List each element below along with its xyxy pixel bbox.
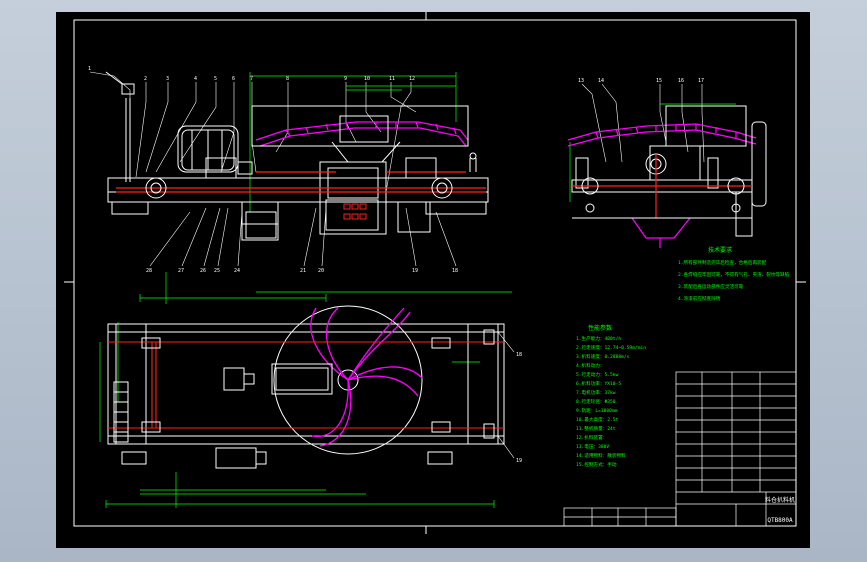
param-line: 8.行走轮径：Φ350	[576, 398, 616, 405]
dimension-lines-side	[569, 103, 736, 202]
param-line: 7.电机功率：37kw	[576, 389, 616, 396]
tech-requirement-line: 4.涂漆前应彻底除锈	[678, 295, 721, 302]
param-line: 6.扒料功率：YX10-5	[576, 380, 621, 387]
main-chassis	[107, 177, 489, 241]
callout-number: 3	[166, 76, 169, 82]
param-line: 10.最大高度：2.5t	[576, 416, 619, 423]
callout-labels-front-bottom: 28 27 26 25 24 21 20 19 18	[146, 268, 458, 274]
callout-number: 20	[318, 268, 324, 274]
motor-housing-front	[205, 157, 437, 179]
params-title: 性能参数	[588, 324, 612, 332]
param-line: 2.行走速度：12.74~0.59m/min	[576, 344, 646, 351]
tech-requirement-line: 2.各焊缝应牢固可靠，不得有气孔、夹渣、裂纹等缺陷	[678, 271, 790, 278]
cad-drawing: 12 3 4 5 6 7 8 9 10 11 12 28 27 26 25 24 21 20 19 18	[64, 12, 806, 534]
callout-number: 21	[300, 268, 306, 274]
callout-number: 8	[286, 76, 289, 82]
callout-number: 6	[232, 76, 235, 82]
params-list: 1.生产能力：400t/h 2.行走速度：12.74~0.59m/min 3.扒料速…	[576, 335, 646, 468]
param-line: 15.控制方式：手动	[576, 461, 617, 468]
callout-number: 2	[144, 76, 147, 82]
callout-number: 10	[364, 76, 370, 82]
callout-number: 11	[389, 76, 395, 82]
operator-mast	[105, 71, 135, 182]
control-panel	[343, 203, 367, 220]
lower-cone-side	[631, 217, 691, 248]
tech-requirement-line: 1.所有部件制造完毕后检查，合格后再装配	[678, 259, 767, 266]
callout-number: 19	[412, 268, 418, 274]
wheel-side	[581, 177, 745, 213]
tech-requirement-line: 3.装配后各运动部件应灵活可靠	[678, 283, 744, 290]
callout-number: 25	[214, 268, 220, 274]
plan-wheels	[141, 329, 495, 439]
callout-number: 5	[214, 76, 217, 82]
cad-viewport[interactable]: 1 2 3 4 5 6 7 8 9 10 11 12 28 27 26 25 24 21 20 19 18	[0, 0, 867, 562]
cab-frame	[177, 125, 239, 173]
callout-number: 1	[88, 66, 91, 72]
callout-number: 7	[250, 76, 253, 82]
drawing-title: 料仓扒料机	[765, 496, 795, 504]
lamp-right-front	[469, 152, 477, 172]
side-elevation: 13 14 15 16 17	[567, 78, 767, 248]
param-line: 4.扒料动力：	[576, 362, 605, 369]
param-line: 11.整机质量：24t	[576, 425, 616, 432]
callout-leaders-side	[581, 83, 705, 163]
notes-area: 技术要求 1.所有部件制造完毕后检查，合格后再装配 2.各焊缝应牢固可靠，不得有气…	[576, 246, 790, 468]
plan-view: 1819	[99, 291, 522, 508]
callout-number: 24	[234, 268, 240, 274]
title-block-text: 料仓扒料机 QTB800A	[765, 496, 795, 524]
param-line: 14.适用物料：散装物料	[576, 452, 626, 459]
param-line: 5.行走动力：5.5kw	[576, 371, 619, 378]
callout-number: 15	[656, 78, 662, 84]
callout-leaders-front-bottom	[149, 207, 457, 267]
callout-number: 4	[194, 76, 197, 82]
param-line: 3.扒料速度：0.2888m/s	[576, 353, 630, 360]
callout-number: 9	[344, 76, 347, 82]
callout-number: 26	[200, 268, 206, 274]
callout-number: 16	[678, 78, 684, 84]
drawing-code: QTB800A	[767, 517, 793, 524]
callout-labels-plan-right: 1819	[516, 352, 522, 464]
drawing-sheet: 1 2 3 4 5 6 7 8 9 10 11 12 28 27 26 25 24 21 20 19 18	[56, 12, 810, 548]
central-gearbox	[223, 363, 333, 395]
tech-requirements-list: 1.所有部件制造完毕后检查，合格后再装配 2.各焊缝应牢固可靠，不得有气孔、夹渣、…	[678, 259, 790, 302]
callout-number: 12	[409, 76, 415, 82]
callout-labels-front-top: 12 3 4 5 6 7 8 9 10 11 12	[88, 66, 415, 82]
callout-number: 18	[516, 352, 522, 358]
param-line: 12.扒料装置：	[576, 434, 607, 441]
drive-shaft-front	[116, 171, 486, 193]
callout-number: 13	[578, 78, 584, 84]
rake-arms-side	[567, 123, 757, 147]
callout-number: 17	[698, 78, 704, 84]
callout-number: 19	[516, 458, 522, 464]
param-line: 13.电压：380V	[576, 443, 609, 450]
param-line: 1.生产能力：400t/h	[576, 335, 621, 342]
callout-labels-side-top: 13 14 15 16 17	[578, 78, 704, 84]
callout-number: 14	[598, 78, 604, 84]
callout-number: 28	[146, 268, 152, 274]
callout-number: 27	[178, 268, 184, 274]
callout-leaders-plan	[497, 331, 515, 459]
param-line: 9.轨距：L=1800mm	[576, 407, 618, 414]
plan-motors	[121, 447, 453, 469]
callout-number: 18	[452, 268, 458, 274]
plan-shafts	[108, 341, 504, 429]
shaft-side	[572, 154, 752, 218]
tech-requirements-title: 技术要求	[708, 246, 732, 254]
front-elevation: 12 3 4 5 6 7 8 9 10 11 12 28 27 26 25 24 21 20 19 18	[88, 66, 489, 304]
